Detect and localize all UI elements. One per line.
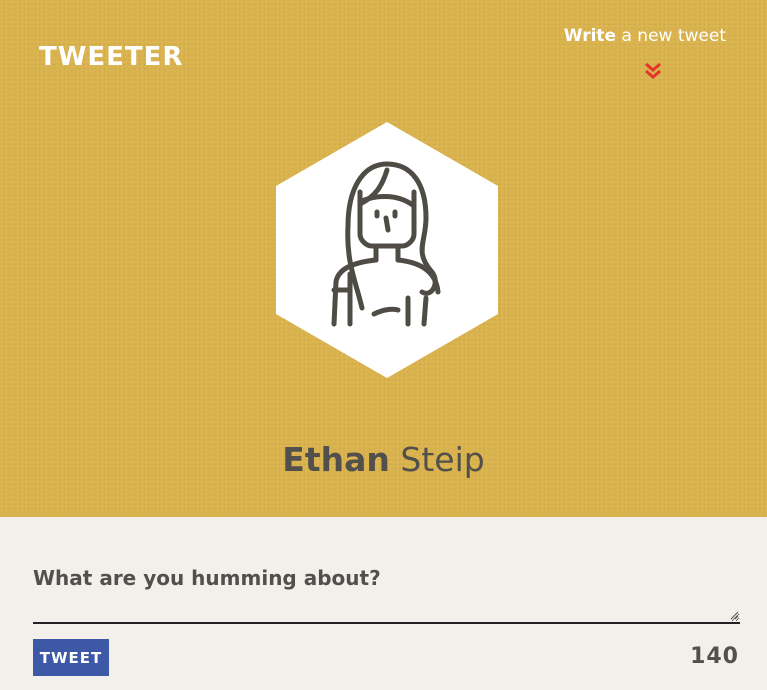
char-counter: 140 xyxy=(690,644,739,669)
tweet-compose-input[interactable] xyxy=(33,556,740,624)
write-new-tweet-link[interactable]: Write a new tweet xyxy=(564,26,726,46)
profile-name: Ethan Steip xyxy=(0,440,767,479)
double-chevron-down-icon[interactable] xyxy=(643,61,663,81)
avatar xyxy=(276,122,498,378)
write-link-strong: Write xyxy=(563,26,617,46)
tweet-button[interactable]: TWEET xyxy=(33,639,109,676)
write-link-rest: a new tweet xyxy=(621,26,726,46)
profile-hero: TWEETER Write a new tweet Ethan Steip xyxy=(0,0,767,517)
profile-last-name: Steip xyxy=(400,440,485,479)
logo[interactable]: TWEETER xyxy=(39,44,183,70)
resize-grip-icon[interactable] xyxy=(729,610,739,620)
profile-first-name: Ethan xyxy=(282,440,390,479)
